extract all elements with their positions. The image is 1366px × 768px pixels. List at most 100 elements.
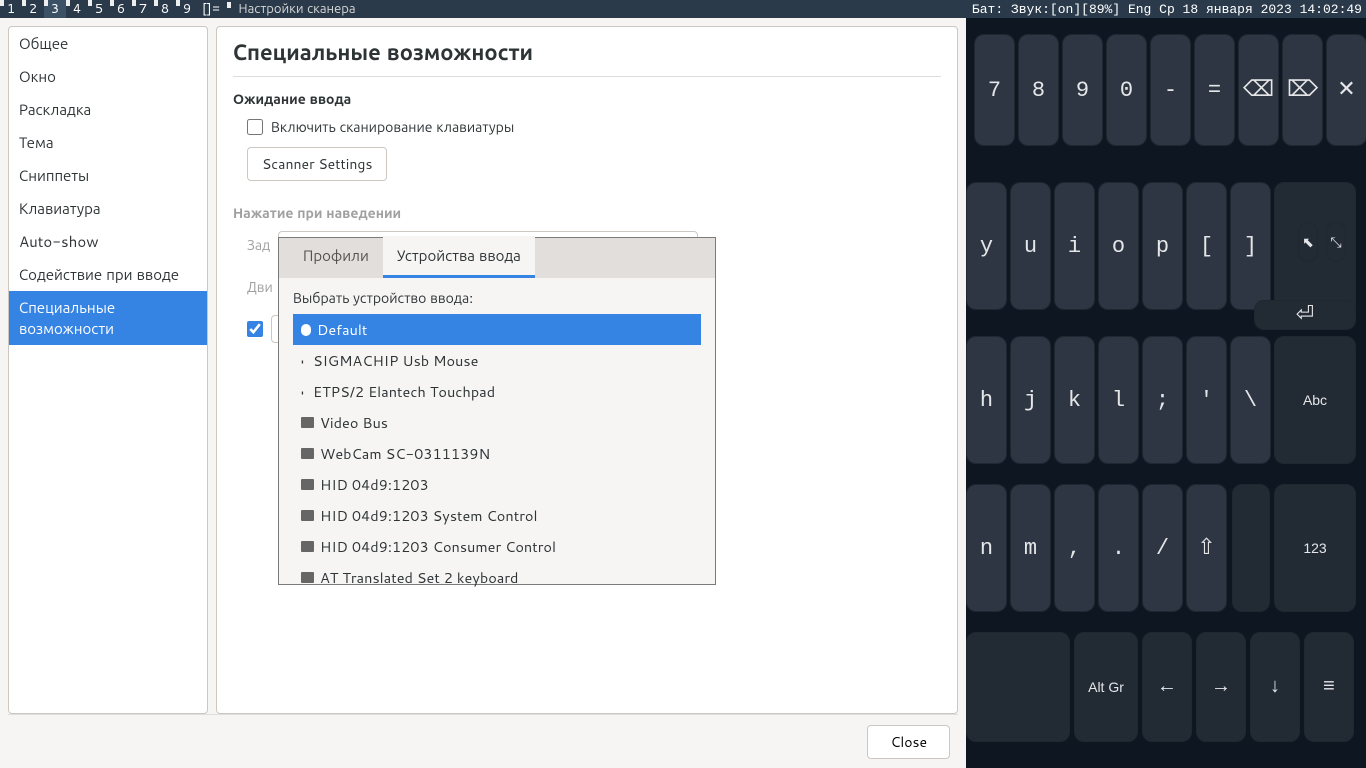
- device-item[interactable]: HID 04d9:1203: [293, 469, 701, 500]
- delete-key[interactable]: ⌦: [1282, 34, 1323, 146]
- device-name: ETPS/2 Elantech Touchpad: [313, 381, 495, 402]
- workspace-3[interactable]: 3: [44, 0, 66, 18]
- tab[interactable]: Устройства ввода: [383, 236, 535, 278]
- workspace-6[interactable]: 6: [110, 0, 132, 18]
- key-o[interactable]: o: [1098, 182, 1139, 310]
- key-comma[interactable]: ,: [1054, 484, 1095, 612]
- dialog-tabs: ПрофилиУстройства ввода: [279, 238, 715, 278]
- key-dot[interactable]: .: [1098, 484, 1139, 612]
- blank-key[interactable]: [1232, 484, 1270, 612]
- abc-key[interactable]: Abc: [1274, 336, 1356, 464]
- key-slash[interactable]: /: [1142, 484, 1183, 612]
- sidebar-item[interactable]: Специальные возможности: [9, 291, 207, 345]
- layout-indicator: []=: [202, 0, 221, 18]
- workspace-4[interactable]: 4: [66, 0, 88, 18]
- workspace-2[interactable]: 2: [22, 0, 44, 18]
- sidebar-item[interactable]: Тема: [9, 126, 207, 159]
- key-8[interactable]: 8: [1018, 34, 1059, 146]
- left-arrow-key[interactable]: ←: [1142, 632, 1192, 742]
- device-item[interactable]: HID 04d9:1203 Consumer Control: [293, 531, 701, 562]
- key-'[interactable]: ': [1186, 336, 1227, 464]
- obscured-checkbox[interactable]: [247, 321, 263, 337]
- kbd-icon: [301, 541, 314, 552]
- down-arrow-key[interactable]: ↓: [1250, 632, 1300, 742]
- device-name: Video Bus: [320, 412, 388, 433]
- onscreen-keyboard: 7890-=⌫⌦✕ yuiop[] ⬉⤡ ⏎ hjkl;'\Abc nm,./⇧ 123 Al…: [966, 18, 1366, 768]
- workspace-9[interactable]: 9: [176, 0, 198, 18]
- device-item[interactable]: HID 04d9:1203 System Control: [293, 500, 701, 531]
- workspace-1[interactable]: 1: [0, 0, 22, 18]
- key-h[interactable]: h: [966, 336, 1007, 464]
- shift-key[interactable]: ⇧: [1186, 484, 1227, 612]
- close-button[interactable]: Close: [867, 725, 950, 759]
- key-minus[interactable]: -: [1150, 34, 1191, 146]
- key-y[interactable]: y: [966, 182, 1007, 310]
- key-\[interactable]: \: [1230, 336, 1271, 464]
- workspace-7[interactable]: 7: [132, 0, 154, 18]
- top-bar: 123456789 []= Настройки сканера Бат: Зву…: [0, 0, 1366, 18]
- key-n[interactable]: n: [966, 484, 1007, 612]
- sidebar-item[interactable]: Сниппеты: [9, 159, 207, 192]
- device-name: AT Translated Set 2 keyboard: [320, 567, 518, 588]
- title-tag: [227, 2, 231, 8]
- sidebar-item[interactable]: Общее: [9, 27, 207, 60]
- resize-icon-key[interactable]: ⤡: [1326, 222, 1346, 262]
- menu-key[interactable]: ≡: [1304, 632, 1354, 742]
- key-i[interactable]: i: [1054, 182, 1095, 310]
- key-k[interactable]: k: [1054, 336, 1095, 464]
- enable-scan-label: Включить сканирование клавиатуры: [271, 117, 514, 137]
- mic-icon: [301, 324, 311, 336]
- numeric-key[interactable]: 123: [1274, 484, 1356, 612]
- device-item[interactable]: AT Translated Set 2 keyboard: [293, 562, 701, 593]
- scanner-settings-button[interactable]: Scanner Settings: [247, 147, 387, 181]
- window-title: Настройки сканера: [239, 0, 356, 18]
- altgr-key[interactable]: Alt Gr: [1074, 632, 1138, 742]
- key-;[interactable]: ;: [1142, 336, 1183, 464]
- sidebar-item[interactable]: Раскладка: [9, 93, 207, 126]
- page-title: Специальные возможности: [233, 37, 941, 77]
- tab[interactable]: Профили: [289, 236, 383, 278]
- key-0[interactable]: 0: [1106, 34, 1147, 146]
- right-arrow-key[interactable]: →: [1196, 632, 1246, 742]
- device-select-label: Выбрать устройство ввода:: [293, 288, 701, 308]
- key-][interactable]: ]: [1230, 182, 1271, 310]
- section-hover-click: Нажатие при наведении: [233, 203, 941, 223]
- mouse-icon: [301, 355, 307, 366]
- device-item[interactable]: WebCam SC-0311139N: [293, 438, 701, 469]
- sidebar-item[interactable]: Клавиатура: [9, 192, 207, 225]
- enable-scan-checkbox[interactable]: [247, 119, 263, 135]
- device-name: HID 04d9:1203 Consumer Control: [320, 536, 556, 557]
- section-input-wait: Ожидание ввода: [233, 89, 941, 109]
- device-list: Default SIGMACHIP Usb Mouse ETPS/2 Elantec…: [293, 314, 701, 593]
- mouse-icon: [301, 386, 307, 397]
- device-item[interactable]: SIGMACHIP Usb Mouse: [293, 345, 701, 376]
- device-item[interactable]: Default: [293, 314, 701, 345]
- key-9[interactable]: 9: [1062, 34, 1103, 146]
- workspace-5[interactable]: 5: [88, 0, 110, 18]
- device-name: Default: [317, 319, 367, 340]
- sidebar-item[interactable]: Содействие при вводе: [9, 258, 207, 291]
- key-[[interactable]: [: [1186, 182, 1227, 310]
- key-equals[interactable]: =: [1194, 34, 1235, 146]
- workspace-8[interactable]: 8: [154, 0, 176, 18]
- key-l[interactable]: l: [1098, 336, 1139, 464]
- close-key[interactable]: ✕: [1326, 34, 1366, 146]
- key-m[interactable]: m: [1010, 484, 1051, 612]
- blank-bottom-1[interactable]: [966, 632, 1070, 742]
- device-item[interactable]: Video Bus: [293, 407, 701, 438]
- device-name: HID 04d9:1203: [320, 474, 429, 495]
- enter-key[interactable]: ⏎: [1254, 300, 1356, 330]
- device-item[interactable]: ETPS/2 Elantech Touchpad: [293, 376, 701, 407]
- key-j[interactable]: j: [1010, 336, 1051, 464]
- backspace-key[interactable]: ⌫: [1238, 34, 1279, 146]
- settings-sidebar: ОбщееОкноРаскладкаТемаСниппетыКлавиатура…: [8, 26, 208, 714]
- key-7[interactable]: 7: [974, 34, 1015, 146]
- sidebar-item[interactable]: Окно: [9, 60, 207, 93]
- status-text: Бат: Звук:[on][89%] Eng Ср 18 января 202…: [972, 2, 1366, 17]
- move-icon-key[interactable]: ⬉: [1298, 222, 1318, 262]
- device-name: WebCam SC-0311139N: [320, 443, 490, 464]
- key-u[interactable]: u: [1010, 182, 1051, 310]
- device-name: SIGMACHIP Usb Mouse: [313, 350, 478, 371]
- sidebar-item[interactable]: Auto-show: [9, 225, 207, 258]
- key-p[interactable]: p: [1142, 182, 1183, 310]
